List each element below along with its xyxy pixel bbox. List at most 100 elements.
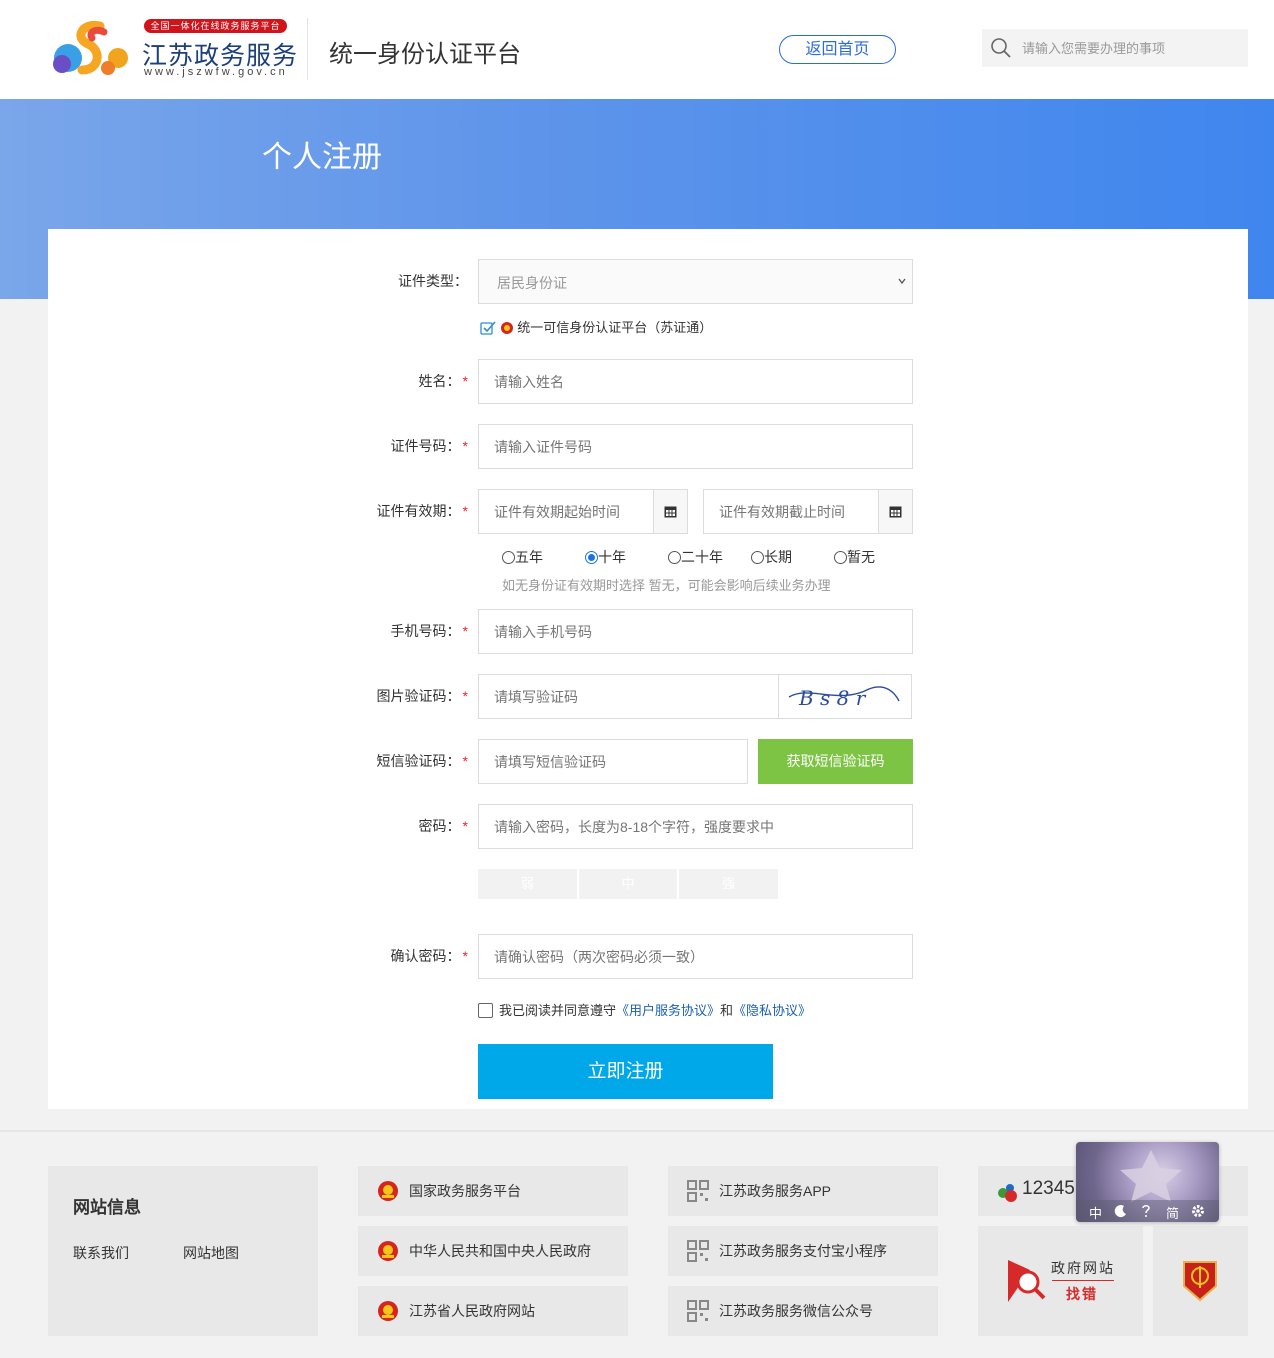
cert-type-value: 居民身份证: [497, 275, 567, 291]
radio-circle: [834, 551, 847, 564]
hotline-logo-icon: [998, 1184, 1017, 1202]
calendar-button-end[interactable]: [878, 490, 912, 533]
captcha-input[interactable]: [479, 675, 769, 718]
site-header: 全国一体化在线政务服务平台 江苏政务服务 www.jszwfw.gov.cn 统…: [0, 0, 1274, 99]
captcha-text: B s 8 r: [798, 686, 867, 710]
platform-title: 统一身份认证平台: [329, 41, 521, 68]
strength-strong: 强: [679, 869, 779, 899]
footer-link-wechat[interactable]: 江苏政务服务微信公众号: [668, 1286, 938, 1336]
phone-label: 手机号码： *: [390, 623, 468, 639]
agreement-checkbox[interactable]: [478, 1003, 493, 1018]
name-field[interactable]: [478, 359, 913, 404]
contact-link[interactable]: 联系我们: [73, 1243, 129, 1263]
confirm-password-field[interactable]: [478, 934, 913, 979]
error-report-title: 政府网站: [1051, 1260, 1115, 1276]
cert-type-select[interactable]: 居民身份证: [478, 259, 913, 304]
party-badge-box[interactable]: [1153, 1226, 1248, 1336]
name-input[interactable]: [479, 360, 912, 403]
cert-platform-label: 统一可信身份认证平台（苏证通）: [517, 320, 713, 335]
sms-label: 短信验证码： *: [376, 753, 468, 769]
qr-code-icon: [687, 1240, 709, 1262]
validity-end-input[interactable]: [704, 490, 879, 533]
cert-platform-option[interactable]: 统一可信身份认证平台（苏证通）: [480, 317, 712, 336]
footer-link-alipay[interactable]: 江苏政务服务支付宝小程序: [668, 1226, 938, 1276]
password-strength-meter: 弱 中 强: [478, 869, 779, 899]
register-button[interactable]: 立即注册: [478, 1044, 773, 1099]
checked-box-icon: [480, 321, 496, 335]
national-emblem-icon: [378, 1301, 398, 1321]
widget-simplified-button[interactable]: 简: [1166, 1203, 1179, 1222]
registration-card: 证件类型： 居民身份证 统一可信身份认证平台（苏证通） 姓名：* 证件号码：* …: [48, 229, 1248, 1109]
captcha-field[interactable]: B s 8 r: [478, 674, 912, 719]
radio-circle: [668, 551, 681, 564]
site-info-box: 网站信息 联系我们 网站地图: [48, 1166, 318, 1336]
sms-field[interactable]: [478, 739, 748, 784]
widget-lang-button[interactable]: 中: [1089, 1203, 1102, 1222]
privacy-link[interactable]: 《隐私协议》: [733, 1003, 811, 1018]
strength-medium: 中: [578, 869, 680, 899]
radio-ten-years[interactable]: 十年: [585, 547, 626, 567]
sitemap-link[interactable]: 网站地图: [183, 1243, 239, 1263]
moon-icon[interactable]: [1114, 1204, 1128, 1218]
widget-toolbar: 中 简: [1076, 1200, 1219, 1222]
password-label: 密码： *: [418, 818, 468, 834]
magnifier-error-icon: [1008, 1260, 1046, 1302]
confirm-password-label: 确认密码： *: [390, 948, 468, 964]
party-emblem-icon: [1183, 1261, 1217, 1302]
error-report-divider: [1052, 1280, 1114, 1281]
jszwfw-logo-icon[interactable]: [48, 18, 132, 80]
validity-hint: 如无身份证有效期时选择 暂无，可能会影响后续业务办理: [502, 578, 831, 593]
captcha-label: 图片验证码： *: [376, 688, 468, 704]
hotline-number: 12345: [1022, 1178, 1075, 1199]
radio-five-years[interactable]: 五年: [502, 547, 543, 567]
calendar-button-start[interactable]: [653, 490, 687, 533]
national-emblem-icon: [378, 1181, 398, 1201]
get-sms-code-button[interactable]: 获取短信验证码: [758, 739, 913, 784]
confirm-password-input[interactable]: [479, 935, 912, 978]
cert-number-label: 证件号码： *: [390, 438, 468, 454]
password-input[interactable]: [479, 805, 912, 848]
chevron-down-icon: [898, 278, 906, 285]
page-title: 个人注册: [262, 141, 382, 174]
radio-circle: [502, 551, 515, 564]
validity-start-input[interactable]: [479, 490, 654, 533]
phone-field[interactable]: [478, 609, 913, 654]
help-icon[interactable]: [1140, 1204, 1152, 1218]
password-field[interactable]: [478, 804, 913, 849]
radio-long-term[interactable]: 长期: [751, 547, 792, 567]
validity-start-field[interactable]: [478, 489, 688, 534]
home-button[interactable]: 返回首页: [779, 35, 896, 64]
footer-link-app[interactable]: 江苏政务服务APP: [668, 1166, 938, 1216]
qr-code-icon: [687, 1180, 709, 1202]
error-report-box[interactable]: 政府网站 找错: [978, 1226, 1143, 1336]
logo-url: www.jszwfw.gov.cn: [144, 66, 288, 78]
footer-link-jiangsu-gov[interactable]: 江苏省人民政府网站: [358, 1286, 628, 1336]
gear-icon[interactable]: [1191, 1204, 1205, 1218]
qr-code-icon: [687, 1300, 709, 1322]
search-box: [982, 29, 1248, 67]
floating-widget[interactable]: 中 简: [1076, 1142, 1219, 1222]
phone-input[interactable]: [479, 610, 912, 653]
footer-link-national-platform[interactable]: 国家政务服务平台: [358, 1166, 628, 1216]
search-input[interactable]: [1022, 29, 1242, 67]
user-agreement-link[interactable]: 《用户服务协议》: [616, 1003, 720, 1018]
validity-end-field[interactable]: [703, 489, 913, 534]
footer-link-central-gov[interactable]: 中华人民共和国中央人民政府: [358, 1226, 628, 1276]
radio-none[interactable]: 暂无: [834, 547, 875, 567]
calendar-icon: [889, 506, 902, 518]
radio-twenty-years[interactable]: 二十年: [668, 547, 723, 567]
error-report-sub: 找错: [1066, 1286, 1098, 1302]
calendar-icon: [664, 506, 677, 518]
captcha-image[interactable]: B s 8 r: [778, 675, 911, 718]
radio-circle-selected: [585, 551, 598, 564]
validity-label: 证件有效期： *: [376, 503, 468, 519]
search-icon[interactable]: [990, 37, 1012, 59]
national-emblem-icon: [378, 1241, 398, 1261]
name-label: 姓名： *: [418, 373, 468, 389]
captcha-graphic: B s 8 r: [788, 686, 900, 710]
cert-type-label: 证件类型：: [398, 273, 468, 289]
cert-number-input[interactable]: [479, 425, 912, 468]
cert-number-field[interactable]: [478, 424, 913, 469]
radio-circle: [751, 551, 764, 564]
sms-input[interactable]: [479, 740, 747, 783]
